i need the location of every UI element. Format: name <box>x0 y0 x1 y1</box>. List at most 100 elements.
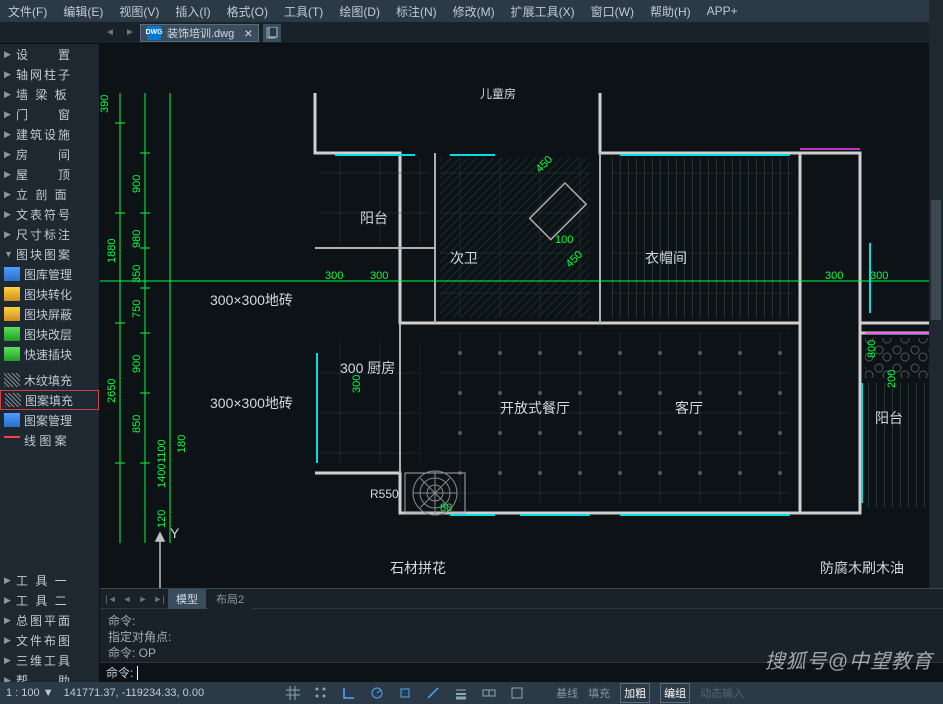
sidebar-item[interactable]: 线 图 案 <box>0 430 99 450</box>
menu-window[interactable]: 窗口(W) <box>591 3 634 20</box>
menu-ext[interactable]: 扩展工具(X) <box>511 3 575 20</box>
polar-icon[interactable] <box>368 684 386 702</box>
sidebar-label: 图块屏蔽 <box>24 306 72 323</box>
command-input[interactable]: 命令: <box>100 662 943 682</box>
sidebar-label: 立 剖 面 <box>16 186 69 203</box>
menu-tools[interactable]: 工具(T) <box>284 3 323 20</box>
sidebar-item[interactable]: 图案管理 <box>0 410 99 430</box>
svg-text:Y: Y <box>170 525 180 541</box>
sidebar-label: 木纹填充 <box>24 372 72 389</box>
topbar: ◄ ► DWG 装饰培训.dwg × <box>0 22 943 44</box>
svg-text:1100: 1100 <box>156 439 168 463</box>
status-base[interactable]: 基线 <box>556 685 578 701</box>
sidebar-item[interactable]: ▶建筑设施 <box>0 124 99 144</box>
menu-format[interactable]: 格式(O) <box>227 3 268 20</box>
menu-help[interactable]: 帮助(H) <box>650 3 691 20</box>
sidebar-icon <box>4 347 20 361</box>
tab-last[interactable]: ►| <box>152 592 166 606</box>
nav-prev[interactable]: ◄ <box>100 23 120 43</box>
sidebar-item[interactable]: ▶工 具 一 <box>0 570 99 590</box>
ortho-icon[interactable] <box>340 684 358 702</box>
otrack-icon[interactable] <box>424 684 442 702</box>
sidebar-item[interactable]: ▶墙 梁 板 <box>0 84 99 104</box>
sidebar-item[interactable]: ▶设 置 <box>0 44 99 64</box>
scrollbar-vertical[interactable] <box>929 0 943 590</box>
status-wire[interactable]: 编组 <box>660 683 690 703</box>
tab-first[interactable]: |◄ <box>104 592 118 606</box>
sidebar-label: 屋 顶 <box>16 166 72 183</box>
file-tab[interactable]: DWG 装饰培训.dwg × <box>140 24 259 42</box>
sidebar-item[interactable]: ▶文件布图 <box>0 630 99 650</box>
menu-view[interactable]: 视图(V) <box>119 3 159 20</box>
sidebar-group-header[interactable]: ▼图块图案 <box>0 244 99 264</box>
sidebar-icon <box>4 436 20 450</box>
menu-draw[interactable]: 绘图(D) <box>339 3 380 20</box>
drawing-canvas[interactable]: 阳台 次卫 衣帽间 300 厨房 开放式餐厅 客厅 阳台 儿童房 石材拼花 防腐… <box>100 44 943 682</box>
sidebar-item[interactable]: ▶房 间 <box>0 144 99 164</box>
sidebar-item[interactable]: ▶立 剖 面 <box>0 184 99 204</box>
svg-text:980: 980 <box>131 230 143 248</box>
sidebar-item[interactable]: 快速插块 <box>0 344 99 364</box>
sidebar-item[interactable]: ▶屋 顶 <box>0 164 99 184</box>
menu-insert[interactable]: 插入(I) <box>175 3 210 20</box>
status-bold[interactable]: 加粗 <box>620 683 650 703</box>
svg-text:阳台: 阳台 <box>360 210 388 226</box>
model-icon[interactable] <box>508 684 526 702</box>
sidebar: ▶设 置▶轴网柱子▶墙 梁 板▶门 窗▶建筑设施▶房 间▶屋 顶▶立 剖 面▶文… <box>0 44 100 682</box>
menu-edit[interactable]: 编辑(E) <box>63 3 103 20</box>
sidebar-item[interactable]: ▶三维工具 <box>0 650 99 670</box>
tab-layout2[interactable]: 布局2 <box>208 589 252 609</box>
sidebar-item[interactable]: ▶门 窗 <box>0 104 99 124</box>
sidebar-item[interactable]: ▶工 具 二 <box>0 590 99 610</box>
sidebar-label: 快速插块 <box>24 346 72 363</box>
menu-app[interactable]: APP+ <box>707 4 738 18</box>
svg-text:R550: R550 <box>370 487 399 501</box>
sidebar-item[interactable]: ▶尺寸标注 <box>0 224 99 244</box>
sidebar-label: 轴网柱子 <box>16 66 72 83</box>
status-scale[interactable]: 1 : 100 ▼ <box>6 687 54 699</box>
sidebar-item[interactable]: ▶文表符号 <box>0 204 99 224</box>
nav-next[interactable]: ► <box>120 23 140 43</box>
lwt-icon[interactable] <box>452 684 470 702</box>
tab-model[interactable]: 模型 <box>168 589 206 609</box>
svg-text:次卫: 次卫 <box>450 250 478 266</box>
svg-text:390: 390 <box>100 95 111 113</box>
sidebar-item[interactable]: 图块改层 <box>0 324 99 344</box>
svg-text:阳台: 阳台 <box>875 410 903 426</box>
sidebar-icon <box>4 327 20 341</box>
sidebar-label: 图块改层 <box>24 326 72 343</box>
close-icon[interactable]: × <box>244 25 252 41</box>
grid-icon[interactable] <box>284 684 302 702</box>
sidebar-item[interactable]: 图库管理 <box>0 264 99 284</box>
sidebar-item[interactable]: 图案填充 <box>0 390 99 410</box>
sidebar-item[interactable]: 图块屏蔽 <box>0 304 99 324</box>
dyn-icon[interactable] <box>480 684 498 702</box>
svg-text:1400: 1400 <box>156 464 168 488</box>
status-fill[interactable]: 填充 <box>588 685 610 701</box>
svg-text:900: 900 <box>131 355 143 373</box>
sidebar-label: 总图平面 <box>16 612 72 629</box>
status-dyn[interactable]: 动态输入 <box>700 685 744 701</box>
sidebar-item[interactable]: ▶轴网柱子 <box>0 64 99 84</box>
sidebar-item[interactable]: ▶总图平面 <box>0 610 99 630</box>
sidebar-item[interactable]: 图块转化 <box>0 284 99 304</box>
sidebar-label: 图案填充 <box>25 392 73 409</box>
sidebar-label: 文件布图 <box>16 632 72 649</box>
tab-next[interactable]: ► <box>136 592 150 606</box>
sidebar-label: 门 窗 <box>16 106 72 123</box>
menu-file[interactable]: 文件(F) <box>8 3 47 20</box>
svg-text:120: 120 <box>156 510 168 528</box>
svg-text:衣帽间: 衣帽间 <box>645 250 687 266</box>
new-file-button[interactable] <box>263 24 281 42</box>
tab-prev[interactable]: ◄ <box>120 592 134 606</box>
sidebar-icon <box>4 287 20 301</box>
file-name: 装饰培训.dwg <box>167 25 234 41</box>
svg-text:100: 100 <box>555 234 573 246</box>
sidebar-item[interactable]: ▶帮 助 <box>0 670 99 682</box>
osnap-icon[interactable] <box>396 684 414 702</box>
menu-annot[interactable]: 标注(N) <box>396 3 437 20</box>
snap-icon[interactable] <box>312 684 330 702</box>
menu-modify[interactable]: 修改(M) <box>453 3 495 20</box>
sidebar-item[interactable]: 木纹填充 <box>0 370 99 390</box>
command-history: 命令: 指定对角点: 命令: OP OPTIONS <box>100 609 943 662</box>
